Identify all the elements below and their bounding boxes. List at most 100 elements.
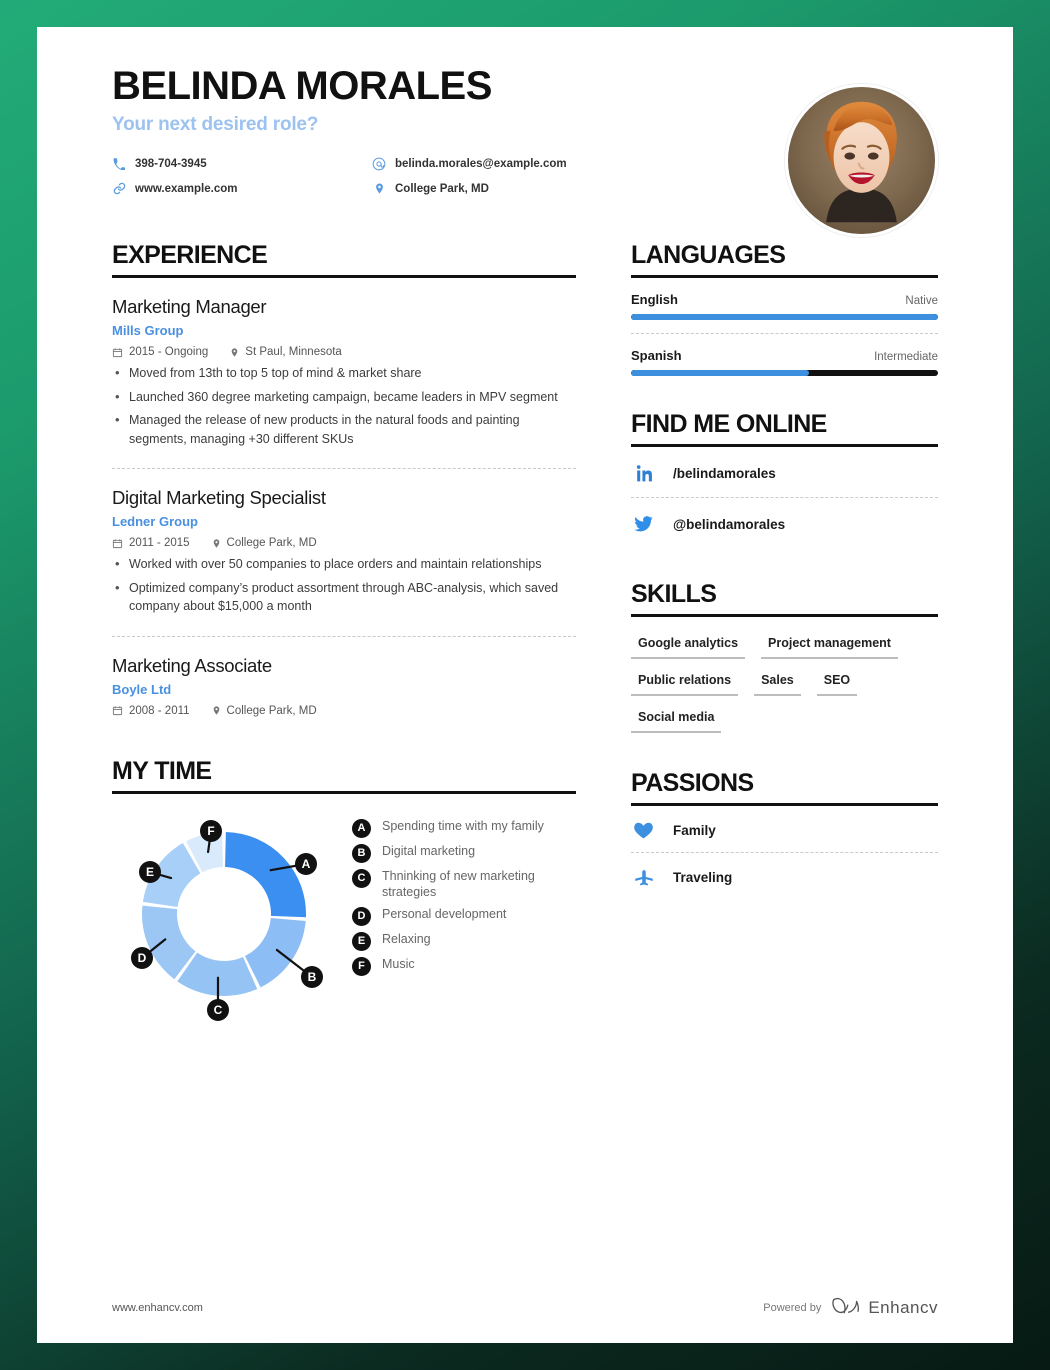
language-name: English xyxy=(630,292,678,308)
legend-badge: B xyxy=(352,843,371,863)
footer-url[interactable]: www.enhancv.com xyxy=(112,1302,203,1314)
job-company[interactable]: Mills Group xyxy=(112,323,576,338)
calendar-icon xyxy=(112,538,123,549)
legend-label: Personal development xyxy=(382,906,507,921)
language-progress-bar xyxy=(630,314,938,321)
skill-chip[interactable]: Google analytics xyxy=(630,633,746,660)
skill-chip[interactable]: Public relations xyxy=(630,670,739,697)
job-dates: 2015 - Ongoing xyxy=(112,346,208,358)
job-company[interactable]: Boyle Ltd xyxy=(112,682,576,697)
enhancv-brand-name: Enhancv xyxy=(868,1298,938,1317)
donut-svg: A B C D E F xyxy=(131,819,323,1021)
contact-website[interactable]: www.example.com xyxy=(112,176,372,201)
job-location: College Park, MD xyxy=(212,705,317,717)
language-level: Intermediate xyxy=(874,351,938,364)
mytime-section: MY TIME ABCDEF A Spending time with my f… xyxy=(112,756,576,1025)
calendar-icon xyxy=(112,705,123,716)
enhancv-logo-icon xyxy=(831,1296,861,1321)
passions-title: PASSIONS xyxy=(630,769,754,798)
donut-badge-F: F xyxy=(200,819,222,842)
job-dates: 2008 - 2011 xyxy=(112,705,190,717)
passion-label: Traveling xyxy=(672,869,733,885)
calendar-icon xyxy=(112,347,123,358)
online-title: FIND ME ONLINE xyxy=(630,410,827,439)
online-item-linkedin[interactable]: /belindamorales xyxy=(631,447,938,497)
job-dates-value: 2008 - 2011 xyxy=(129,704,190,717)
legend-label: Digital marketing xyxy=(382,843,476,858)
link-icon xyxy=(112,182,126,195)
legend-label: Spending time with my family xyxy=(382,818,544,833)
experience-item: Marketing Manager Mills Group 2015 - Ong… xyxy=(112,278,576,448)
twitter-icon xyxy=(631,512,657,536)
mytime-title: MY TIME xyxy=(112,756,212,785)
job-role: Marketing Manager xyxy=(112,296,267,318)
resume-header: BELINDA MORALES Your next desired role? … xyxy=(37,27,1013,237)
language-item: English Native xyxy=(630,278,938,321)
left-column: EXPERIENCE Marketing Manager Mills Group… xyxy=(112,243,611,1051)
donut-badge-D: D xyxy=(131,946,153,969)
legend-label: Relaxing xyxy=(382,931,431,946)
online-section: FIND ME ONLINE /belindamorales @belindam… xyxy=(630,410,938,548)
contact-info: 398-704-3945 www.example.com belinda.mor… xyxy=(112,151,632,201)
resume-body: EXPERIENCE Marketing Manager Mills Group… xyxy=(37,201,1013,1051)
legend-badge: D xyxy=(352,906,371,926)
svg-text:A: A xyxy=(302,857,311,871)
phone-icon xyxy=(112,157,126,170)
job-bullet: Optimized company’s product assortment t… xyxy=(112,578,576,616)
skills-title: SKILLS xyxy=(630,580,717,609)
job-role: Marketing Associate xyxy=(112,654,272,676)
location-pin-icon xyxy=(372,182,386,195)
passions-section: PASSIONS Family Traveling xyxy=(630,769,938,899)
contact-column-right: belinda.morales@example.com College Park… xyxy=(372,151,632,201)
skill-chip[interactable]: Sales xyxy=(754,670,801,697)
skill-chip[interactable]: Project management xyxy=(761,633,898,660)
legend-item: F Music xyxy=(352,956,572,976)
job-dates: 2011 - 2015 xyxy=(112,537,190,549)
legend-badge: C xyxy=(352,868,371,888)
resume-page: BELINDA MORALES Your next desired role? … xyxy=(37,27,1013,1343)
svg-text:E: E xyxy=(146,865,154,879)
email-icon xyxy=(372,157,386,171)
job-bullet: Managed the release of new products in t… xyxy=(112,410,576,448)
right-column: LANGUAGES English Native Spanish Interme… xyxy=(611,243,938,1051)
language-level: Native xyxy=(905,295,938,308)
airplane-icon xyxy=(631,866,657,888)
contact-location-value: College Park, MD xyxy=(395,182,489,195)
linkedin-icon xyxy=(631,461,657,485)
legend-item: D Personal development xyxy=(352,906,572,926)
experience-item: Marketing Associate Boyle Ltd 2008 - 201… xyxy=(112,637,576,717)
job-meta: 2015 - Ongoing St Paul, Minnesota xyxy=(112,346,576,358)
skill-chip[interactable]: Social media xyxy=(630,707,722,734)
time-legend: A Spending time with my family B Digital… xyxy=(342,810,572,981)
svg-text:C: C xyxy=(214,1003,223,1017)
svg-text:B: B xyxy=(308,970,317,984)
passion-label: Family xyxy=(672,822,716,838)
contact-email[interactable]: belinda.morales@example.com xyxy=(372,151,632,176)
job-bullets: Moved from 13th to top 5 top of mind & m… xyxy=(112,363,576,448)
time-donut-chart: A B C D E F xyxy=(112,810,342,1025)
contact-phone[interactable]: 398-704-3945 xyxy=(112,151,372,176)
job-dates-value: 2011 - 2015 xyxy=(129,537,190,550)
contact-location[interactable]: College Park, MD xyxy=(372,176,632,201)
avatar xyxy=(785,84,938,237)
powered-by-block: Powered by Enhancv xyxy=(763,1296,938,1321)
language-progress-bar xyxy=(630,370,938,377)
page-footer: www.enhancv.com Powered by Enhancv xyxy=(37,1273,1013,1343)
experience-section: EXPERIENCE Marketing Manager Mills Group… xyxy=(112,243,576,717)
heart-icon xyxy=(631,819,657,841)
legend-badge: F xyxy=(352,956,371,976)
job-location-value: College Park, MD xyxy=(226,704,317,717)
skill-chip[interactable]: SEO xyxy=(816,670,858,697)
job-company[interactable]: Ledner Group xyxy=(112,514,576,529)
mytime-body: ABCDEF A Spending time with my family B … xyxy=(112,794,576,1025)
contact-website-value: www.example.com xyxy=(135,182,238,195)
legend-badge: A xyxy=(352,818,371,838)
job-bullet: Moved from 13th to top 5 top of mind & m… xyxy=(112,363,576,383)
online-item-twitter[interactable]: @belindamorales xyxy=(631,498,938,548)
job-dates-value: 2015 - Ongoing xyxy=(129,346,209,359)
online-handle: /belindamorales xyxy=(672,465,776,481)
legend-item: B Digital marketing xyxy=(352,843,572,863)
donut-badge-B: B xyxy=(301,965,323,988)
svg-text:D: D xyxy=(138,951,147,965)
location-pin-icon xyxy=(230,347,239,358)
